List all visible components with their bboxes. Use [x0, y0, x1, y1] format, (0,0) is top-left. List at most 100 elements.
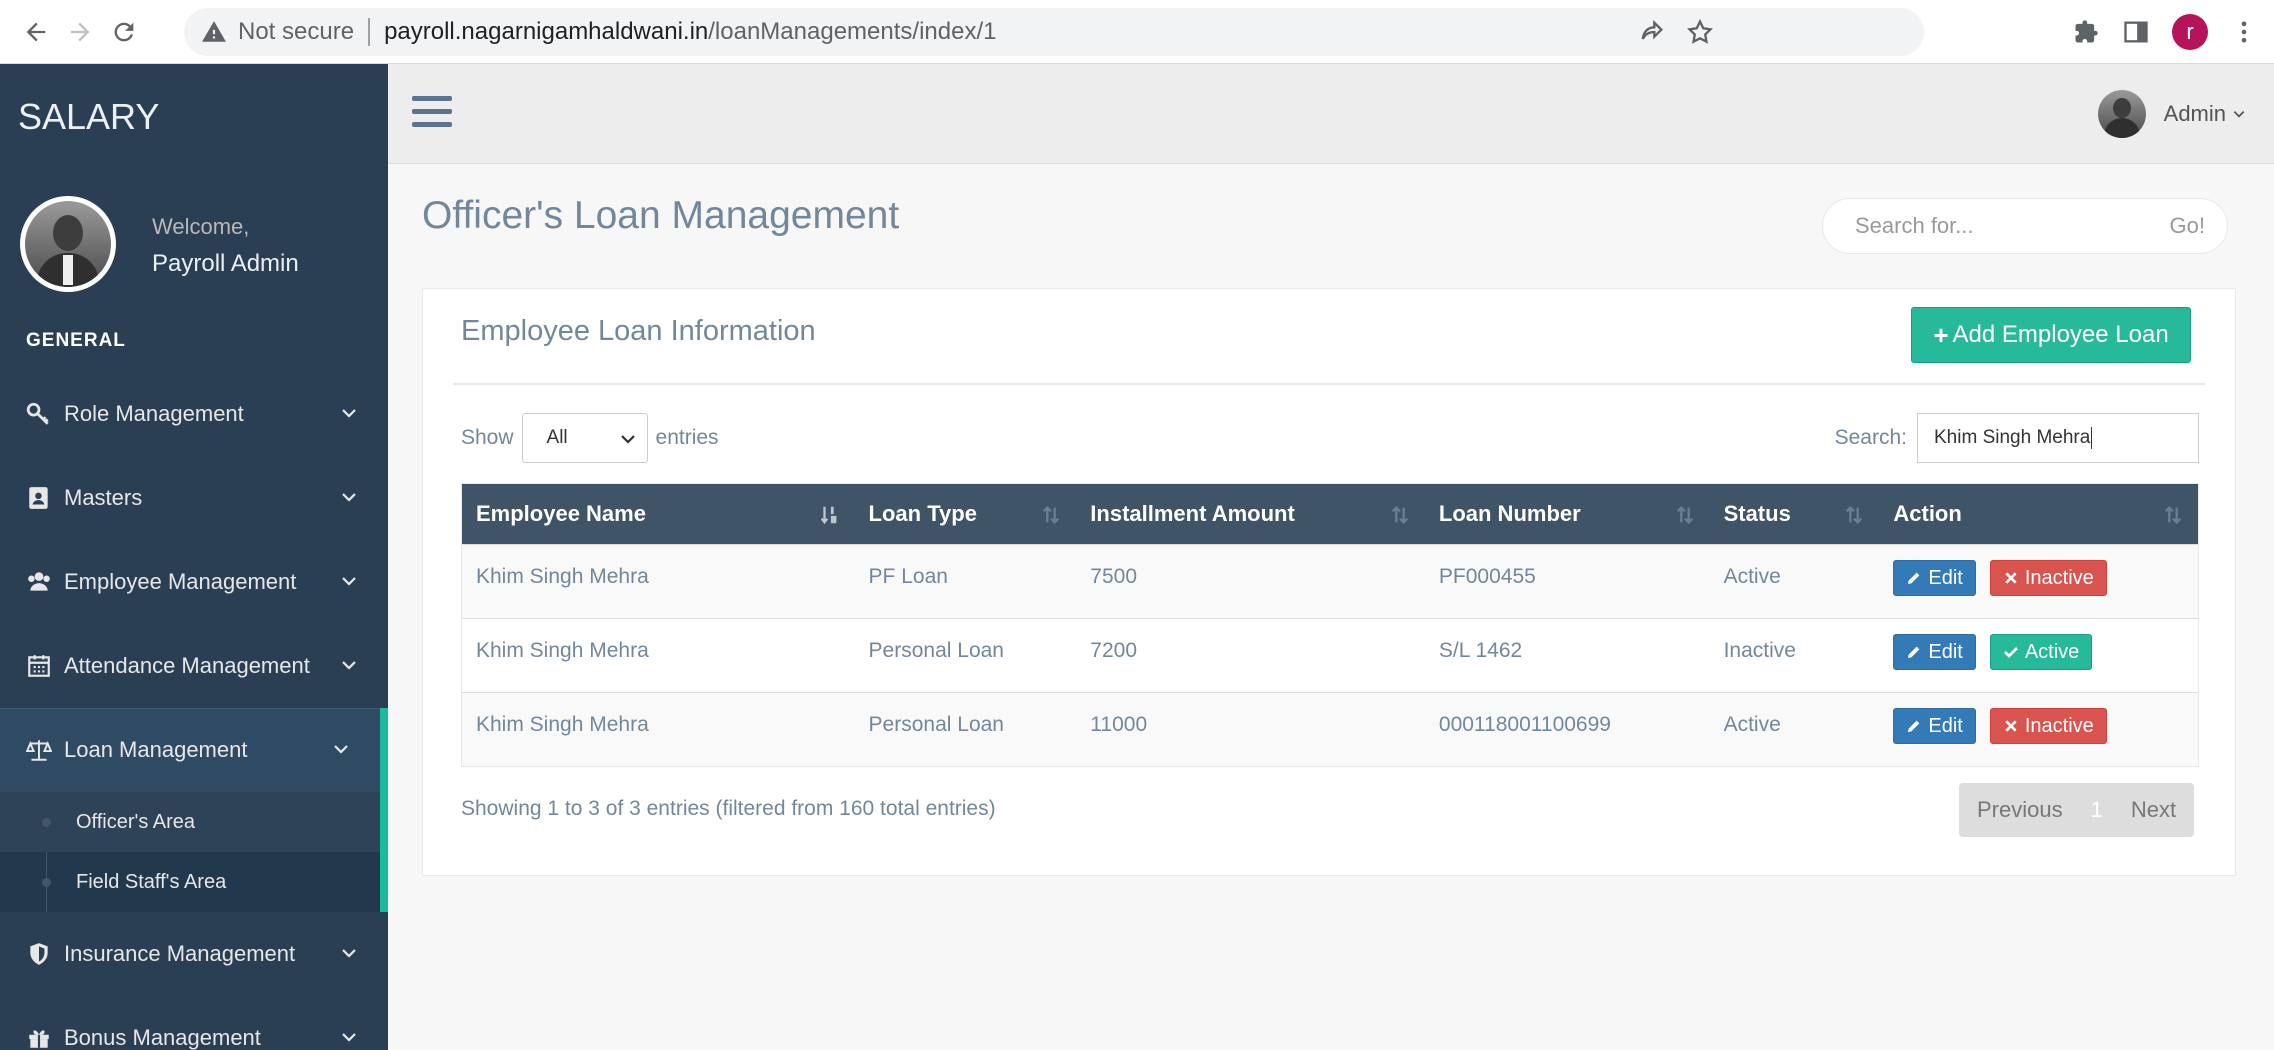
- sidebar-item-role-management[interactable]: Role Management: [0, 372, 388, 456]
- cell-loan-number: 000118001100699: [1438, 713, 1611, 736]
- cell-actions: Edit Inactive: [1879, 693, 2198, 766]
- puzzle-icon[interactable]: [2072, 18, 2100, 46]
- sort-icon: [1676, 506, 1693, 524]
- set-inactive-button[interactable]: Inactive: [1989, 708, 2107, 744]
- share-icon[interactable]: [1638, 18, 1666, 46]
- table-row: Khim Singh Mehra Personal Loan 7200 S/L …: [462, 618, 2198, 692]
- show-label: Show: [461, 426, 514, 449]
- edit-button-label: Edit: [1928, 714, 1963, 737]
- edit-button[interactable]: Edit: [1893, 708, 1976, 744]
- submenu-dot: [42, 878, 51, 887]
- browser-extensions: r: [2072, 10, 2274, 54]
- global-search-input[interactable]: Search for...: [1823, 213, 2170, 239]
- column-header-employee-name[interactable]: Employee Name: [462, 484, 855, 544]
- balance-scale-icon: [24, 735, 54, 765]
- entries-label: entries: [655, 426, 719, 449]
- star-icon[interactable]: [1686, 18, 1714, 46]
- page-title: Officer's Loan Management: [422, 194, 900, 237]
- more-vertical-icon[interactable]: [2230, 18, 2258, 46]
- plus-icon: +: [1933, 319, 1949, 350]
- user-avatar-icon: [25, 201, 111, 287]
- sort-ascending-icon: [820, 506, 836, 525]
- column-header-status[interactable]: Status: [1710, 484, 1880, 544]
- sidebar-item-label: Employee Management: [64, 569, 297, 594]
- brand-title[interactable]: SALARY: [18, 96, 159, 138]
- column-header-installment-amount[interactable]: Installment Amount: [1076, 484, 1425, 544]
- sidebar-item-attendance-management[interactable]: Attendance Management: [0, 624, 388, 708]
- chevron-down-icon: [620, 435, 635, 444]
- side-panel-icon[interactable]: [2122, 18, 2150, 46]
- sidebar-item-label: Bonus Management: [64, 1025, 261, 1050]
- sidebar-subitem-field-staffs-area[interactable]: Field Staff's Area: [0, 852, 380, 912]
- next-page-button[interactable]: Next: [2113, 797, 2194, 823]
- column-header-loan-type[interactable]: Loan Type: [855, 484, 1077, 544]
- column-header-label: Action: [1893, 501, 1962, 526]
- panel-divider: [453, 383, 2205, 385]
- avatar-head: [2112, 98, 2131, 118]
- pencil-icon: [1908, 646, 1920, 658]
- cell-employee-name: Khim Singh Mehra: [476, 713, 649, 736]
- calendar-icon: [24, 651, 54, 681]
- user-avatar-icon: [2097, 90, 2146, 138]
- set-inactive-button[interactable]: Inactive: [1989, 560, 2107, 596]
- set-inactive-label: Inactive: [2024, 714, 2094, 737]
- sidebar-item-label: Masters: [64, 485, 143, 510]
- sidebar-item-loan-management[interactable]: Loan Management: [0, 708, 388, 792]
- table-row: Khim Singh Mehra Personal Loan 11000 000…: [462, 692, 2198, 766]
- edit-button-label: Edit: [1928, 640, 1963, 663]
- security-label: Not secure: [238, 18, 355, 45]
- url-path: /loanManagements/index/1: [708, 18, 997, 45]
- set-inactive-label: Inactive: [2024, 566, 2094, 589]
- address-bar[interactable]: Not secure payroll.nagarnigamhaldwani.in…: [184, 8, 1924, 56]
- browser-toolbar: Not secure payroll.nagarnigamhaldwani.in…: [0, 0, 2274, 64]
- reload-button[interactable]: [106, 14, 142, 50]
- entries-select[interactable]: All: [521, 413, 648, 463]
- sidebar-item-employee-management[interactable]: Employee Management: [0, 540, 388, 624]
- sidebar-item-label: Role Management: [64, 401, 244, 426]
- edit-button[interactable]: Edit: [1893, 634, 1976, 670]
- sidebar-item-label: Loan Management: [64, 737, 248, 762]
- cell-installment-amount: 7200: [1090, 639, 1138, 662]
- current-page-button[interactable]: 1: [2081, 797, 2113, 823]
- column-header-label: Loan Number: [1438, 501, 1581, 526]
- table-search-input[interactable]: Khim Singh Mehra: [1917, 413, 2199, 463]
- add-employee-loan-button[interactable]: + Add Employee Loan: [1911, 307, 2191, 363]
- panel-title: Employee Loan Information: [461, 315, 816, 347]
- url-text: payroll.nagarnigamhaldwani.in/loanManage…: [384, 18, 996, 46]
- menu-toggle-icon[interactable]: [412, 96, 452, 130]
- back-button[interactable]: [18, 14, 54, 50]
- cell-loan-type: Personal Loan: [868, 639, 1004, 662]
- chevron-down-icon: [334, 745, 348, 754]
- column-header-action[interactable]: Action: [1879, 484, 2198, 544]
- forward-button[interactable]: [62, 14, 98, 50]
- set-active-button[interactable]: Active: [1989, 634, 2093, 670]
- chevron-down-icon: [342, 661, 356, 670]
- contact-book-icon: [24, 483, 54, 513]
- avatar-head: [53, 215, 83, 251]
- table-header: Employee Name Loan Type Installment Amou…: [462, 484, 2198, 544]
- sidebar-item-insurance-management[interactable]: Insurance Management: [0, 912, 388, 996]
- sidebar-item-bonus-management[interactable]: Bonus Management: [0, 996, 388, 1050]
- table-search: Search: Khim Singh Mehra: [1835, 413, 2199, 463]
- column-header-loan-number[interactable]: Loan Number: [1425, 484, 1710, 544]
- sidebar-item-masters[interactable]: Masters: [0, 456, 388, 540]
- check-icon: [2003, 647, 2018, 658]
- sidebar-subitem-label: Officer's Area: [76, 810, 196, 833]
- global-search-go-button[interactable]: Go!: [2170, 213, 2227, 239]
- sort-icon: [1043, 506, 1060, 524]
- user-menu[interactable]: Admin: [2097, 90, 2246, 138]
- chevron-down-icon: [342, 1033, 356, 1042]
- cell-installment-amount: 7500: [1090, 565, 1138, 588]
- arrow-left-icon: [26, 22, 46, 42]
- welcome-text: Welcome,: [152, 214, 250, 239]
- sidebar-item-label: Attendance Management: [64, 653, 310, 678]
- pagination: Previous 1 Next: [1959, 783, 2195, 837]
- sidebar-item-label: Insurance Management: [64, 941, 296, 966]
- sidebar-subitem-officers-area[interactable]: Officer's Area: [0, 792, 380, 852]
- previous-page-button[interactable]: Previous: [1959, 797, 2081, 823]
- cell-employee-name: Khim Singh Mehra: [476, 565, 649, 588]
- entries-select-value: All: [546, 427, 568, 448]
- edit-button[interactable]: Edit: [1893, 560, 1976, 596]
- omnibox-actions: [1638, 18, 1714, 46]
- profile-avatar[interactable]: r: [2172, 14, 2208, 50]
